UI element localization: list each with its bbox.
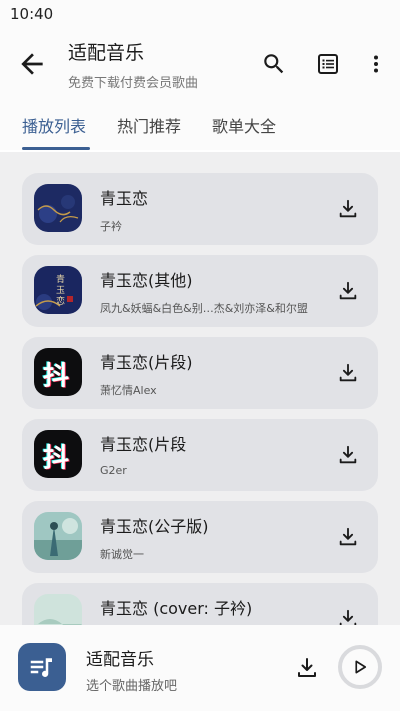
song-card[interactable]: 青玉恋 (cover: 子衿) — [22, 583, 378, 625]
album-art: 抖 抖 抖 — [34, 430, 82, 478]
album-art: 青 玉 恋 — [34, 266, 82, 314]
download-icon — [298, 658, 316, 677]
list-icon — [318, 54, 338, 74]
tab-hot-recommend[interactable]: 热门推荐 — [117, 113, 181, 137]
download-button[interactable] — [334, 359, 362, 387]
app-title: 适配音乐 — [68, 42, 145, 64]
more-vert-icon — [374, 55, 378, 73]
svg-text:恋: 恋 — [56, 295, 65, 307]
download-button[interactable] — [334, 605, 362, 625]
player-download-button[interactable] — [292, 653, 322, 683]
playlist-view-button[interactable] — [312, 48, 344, 80]
download-icon — [339, 281, 357, 300]
back-button[interactable] — [16, 48, 48, 80]
album-art: 抖 抖 抖 — [34, 348, 82, 396]
download-button[interactable] — [334, 195, 362, 223]
download-icon — [339, 363, 357, 382]
svg-text:玉: 玉 — [56, 285, 65, 296]
download-icon — [339, 199, 357, 218]
song-artist: G2er — [100, 464, 127, 477]
song-artist: 子衿 — [100, 220, 122, 233]
song-artist: 凤九&妖蝠&白色&别…杰&刘亦泽&和尔盟 — [100, 302, 308, 315]
tab-bar: 播放列表 热门推荐 歌单大全 — [0, 98, 400, 150]
player-artwork — [18, 643, 66, 691]
back-arrow-icon — [21, 53, 43, 75]
album-art — [34, 184, 82, 232]
title-block: 适配音乐 免费下载付费会员歌曲 — [68, 38, 198, 91]
player-subtitle: 选个歌曲播放吧 — [86, 679, 178, 694]
download-icon — [339, 609, 357, 625]
song-title: 青玉恋 — [100, 189, 149, 208]
song-title: 青玉恋(片段 — [100, 435, 187, 454]
search-icon — [264, 54, 284, 74]
download-button[interactable] — [334, 277, 362, 305]
song-title: 青玉恋(公子版) — [100, 517, 209, 536]
song-card[interactable]: 青玉恋 子衿 — [22, 173, 378, 245]
status-time: 10:40 — [10, 5, 54, 23]
play-icon — [355, 660, 367, 674]
song-title: 青玉恋(其他) — [100, 271, 193, 290]
app-bar: 适配音乐 免费下载付费会员歌曲 — [0, 28, 400, 98]
mini-player[interactable]: 适配音乐 选个歌曲播放吧 — [0, 625, 400, 711]
svg-text:抖: 抖 — [43, 362, 69, 392]
song-title: 青玉恋 (cover: 子衿) — [100, 599, 253, 618]
song-card[interactable]: 抖 抖 抖 青玉恋(片段 G2er — [22, 419, 378, 491]
svg-text:青: 青 — [56, 273, 65, 285]
song-card[interactable]: 抖 抖 抖 青玉恋(片段) 萧忆情Alex — [22, 337, 378, 409]
svg-text:抖: 抖 — [43, 444, 69, 474]
download-button[interactable] — [334, 441, 362, 469]
more-options-button[interactable] — [360, 48, 392, 80]
song-card[interactable]: 青玉恋(公子版) 新诚觉一 — [22, 501, 378, 573]
download-icon — [339, 527, 357, 546]
tab-indicator — [22, 147, 90, 150]
download-icon — [339, 445, 357, 464]
search-button[interactable] — [258, 48, 290, 80]
music-queue-icon — [30, 658, 52, 677]
album-art — [34, 512, 82, 560]
download-button[interactable] — [334, 523, 362, 551]
song-artist: 萧忆情Alex — [100, 384, 157, 397]
play-button[interactable] — [338, 645, 382, 689]
app-subtitle: 免费下载付费会员歌曲 — [68, 76, 199, 91]
album-art — [34, 594, 82, 625]
song-title: 青玉恋(片段) — [100, 353, 193, 372]
tab-playlist[interactable]: 播放列表 — [22, 113, 86, 137]
song-card[interactable]: 青 玉 恋 青玉恋(其他) 凤九&妖蝠&白色&别…杰&刘亦泽&和尔盟 — [22, 255, 378, 327]
song-artist: 新诚觉一 — [100, 548, 144, 561]
player-title: 适配音乐 — [86, 650, 154, 670]
tab-song-lists[interactable]: 歌单大全 — [212, 113, 276, 137]
status-bar: 10:40 — [0, 0, 400, 28]
song-list[interactable]: 青玉恋 子衿 青 玉 恋 青玉恋(其他) 凤九&妖蝠&白色&别…杰&刘亦泽&和尔… — [0, 152, 400, 625]
